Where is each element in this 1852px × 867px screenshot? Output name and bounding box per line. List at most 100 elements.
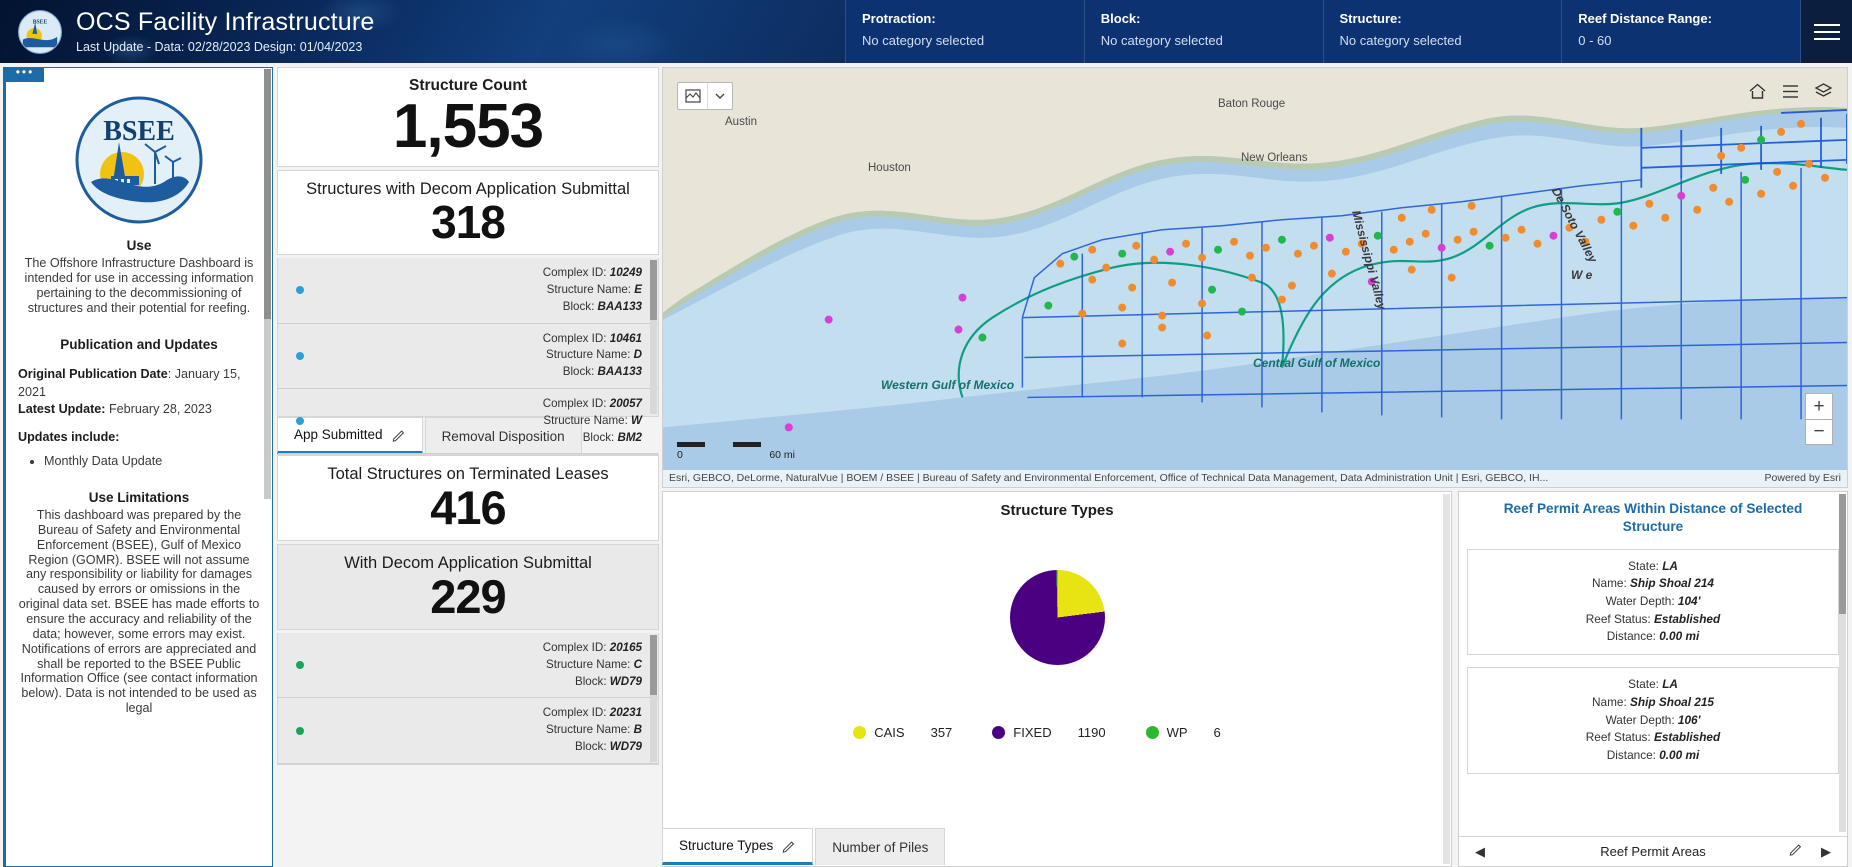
- legend-swatch-fixed: [992, 726, 1006, 739]
- reef-depth-value: 104': [1677, 594, 1701, 609]
- original-publication-row: Original Publication Date: January 15, 2…: [18, 366, 260, 401]
- map-basemap-tool[interactable]: [677, 82, 733, 110]
- reef-pager-label: Reef Permit Areas: [1600, 844, 1706, 859]
- use-limitations-text: This dashboard was prepared by the Burea…: [18, 507, 260, 716]
- tab-structure-types[interactable]: Structure Types: [662, 828, 814, 865]
- status-dot-icon: [296, 286, 304, 295]
- complex-id-label: Complex ID:: [542, 396, 607, 410]
- legend-item-fixed[interactable]: FIXED 1190: [992, 725, 1145, 740]
- pie-chart[interactable]: [663, 537, 1451, 697]
- feature-list-scrollbar[interactable]: [650, 260, 657, 415]
- reef-state-value: LA: [1662, 677, 1678, 692]
- legend-label-cais: CAIS: [874, 725, 905, 740]
- reef-card[interactable]: State: LA Name: Ship Shoal 214 Water Dep…: [1467, 548, 1839, 656]
- filter-reef-distance-label: Reef Distance Range:: [1578, 11, 1712, 26]
- pencil-icon[interactable]: [782, 839, 796, 853]
- terminated-decom-value: 229: [430, 570, 506, 624]
- map-canvas[interactable]: [663, 68, 1847, 488]
- updates-include-label: Updates include:: [18, 429, 120, 444]
- structure-name-value: B: [633, 723, 642, 737]
- pie-slices[interactable]: [1009, 569, 1105, 665]
- filter-reef-distance[interactable]: Reef Distance Range: 0 - 60: [1561, 0, 1800, 63]
- reef-prev-arrow-icon[interactable]: ◀: [1475, 844, 1485, 860]
- zoom-out-button[interactable]: −: [1805, 419, 1833, 445]
- filter-block-label: Block:: [1100, 11, 1141, 26]
- reef-depth-value: 106': [1677, 712, 1701, 727]
- decom-app-value: 318: [431, 196, 506, 249]
- complex-id-value: 10249: [609, 266, 642, 280]
- legend-item-cais[interactable]: CAIS 357: [853, 725, 992, 740]
- list-item[interactable]: Complex ID: 20165 Structure Name: C Bloc…: [278, 633, 658, 699]
- block-value: WD79: [609, 674, 642, 688]
- layers-icon[interactable]: [1814, 82, 1833, 101]
- filter-reef-distance-value: 0 - 60: [1578, 33, 1612, 48]
- scale-min-label: 0: [677, 449, 683, 461]
- block-label: Block:: [574, 740, 607, 753]
- structure-name-label: Structure Name:: [545, 348, 631, 362]
- chevron-down-icon[interactable]: [708, 83, 732, 109]
- reef-card[interactable]: State: LA Name: Ship Shoal 215 Water Dep…: [1467, 667, 1839, 774]
- reef-panel-scrollbar[interactable]: [1839, 494, 1846, 832]
- original-publication-label: Original Publication Date: [18, 367, 168, 382]
- pencil-icon[interactable]: [1789, 842, 1803, 861]
- filter-block-value: No category selected: [1100, 33, 1223, 48]
- brand-block: BSEE OCS Facility Infrastructure Last Up…: [0, 0, 845, 63]
- map-controls-right[interactable]: [1748, 82, 1833, 101]
- terminated-decom-card: With Decom Application Submittal 229: [277, 544, 659, 631]
- tab-number-of-piles[interactable]: Number of Piles: [815, 828, 946, 865]
- legend-icon[interactable]: [1781, 82, 1800, 101]
- legend-label-wp: WP: [1166, 725, 1188, 740]
- bsee-header-logo: BSEE: [18, 9, 62, 54]
- status-dot-icon: [296, 351, 304, 360]
- map-widget[interactable]: + − 0 60 mi Western Gulf of Mexico Centr…: [662, 67, 1848, 488]
- basemap-icon[interactable]: [678, 83, 708, 109]
- publication-heading: Publication and Updates: [60, 337, 218, 353]
- complex-id-value: 20231: [609, 706, 642, 720]
- reef-state-value: LA: [1662, 558, 1678, 573]
- bsee-logo: BSEE: [75, 96, 203, 224]
- map-zoom-controls[interactable]: + −: [1805, 393, 1833, 445]
- filter-protraction[interactable]: Protraction: No category selected: [845, 0, 1084, 63]
- map-label-western-gulf: Western Gulf of Mexico: [881, 378, 1015, 392]
- use-text: The Offshore Infrastructure Dashboard is…: [24, 256, 254, 315]
- filter-protraction-value: No category selected: [862, 33, 985, 48]
- reef-name-value: Ship Shoal 214: [1630, 576, 1714, 591]
- list-item[interactable]: Complex ID: 10461 Structure Name: D Bloc…: [278, 324, 658, 389]
- reef-status-value: Established: [1653, 730, 1721, 745]
- list-item[interactable]: Complex ID: 20231 Structure Name: B Bloc…: [278, 698, 658, 764]
- hamburger-icon[interactable]: [1800, 0, 1852, 63]
- app-submitted-feature-list[interactable]: Complex ID: 10249 Structure Name: E Bloc…: [277, 258, 659, 455]
- filter-protraction-label: Protraction:: [862, 11, 936, 26]
- terminated-list-scrollbar[interactable]: [650, 635, 657, 762]
- map-label-austin: Austin: [725, 116, 757, 128]
- filter-structure[interactable]: Structure: No category selected: [1322, 0, 1562, 63]
- reef-distance-value: 0.00 mi: [1659, 629, 1700, 644]
- filter-block[interactable]: Block: No category selected: [1083, 0, 1323, 63]
- zoom-in-button[interactable]: +: [1805, 393, 1833, 419]
- structure-name-value: W: [631, 413, 642, 427]
- reef-state-label: State:: [1628, 558, 1659, 573]
- list-item[interactable]: Complex ID: 10249 Structure Name: E Bloc…: [278, 258, 658, 324]
- chart-scrollbar[interactable]: [1443, 494, 1450, 864]
- use-heading: Use: [126, 238, 152, 253]
- use-limitations-heading: Use Limitations: [88, 489, 190, 505]
- reef-distance-value: 0.00 mi: [1659, 747, 1700, 762]
- svg-text:BSEE: BSEE: [33, 19, 48, 25]
- complex-id-label: Complex ID:: [542, 266, 607, 280]
- legend-item-wp[interactable]: WP 6: [1145, 725, 1261, 740]
- last-update-text: Last Update - Data: 02/28/2023 Design: 0…: [76, 39, 363, 54]
- reef-name-label: Name:: [1592, 694, 1627, 709]
- status-dot-icon: [296, 661, 304, 670]
- terminated-feature-list[interactable]: Complex ID: 20165 Structure Name: C Bloc…: [277, 633, 659, 765]
- tab-number-of-piles-label: Number of Piles: [832, 839, 929, 855]
- reef-next-arrow-icon[interactable]: ▶: [1821, 844, 1831, 860]
- map-label-baton-rouge: Baton Rouge: [1218, 98, 1286, 110]
- reef-permit-areas-panel: Reef Permit Areas Within Distance of Sel…: [1458, 491, 1848, 867]
- info-panel-scrollbar[interactable]: [264, 69, 271, 499]
- latest-update-value: February 28, 2023: [105, 402, 212, 417]
- terminated-decom-title: With Decom Application Submittal: [344, 554, 592, 573]
- panel-options-icon[interactable]: •••: [6, 68, 44, 82]
- decom-app-card: Structures with Decom Application Submit…: [277, 170, 659, 256]
- list-item[interactable]: Complex ID: 20057 Structure Name: W Bloc…: [278, 389, 658, 455]
- home-icon[interactable]: [1748, 82, 1767, 101]
